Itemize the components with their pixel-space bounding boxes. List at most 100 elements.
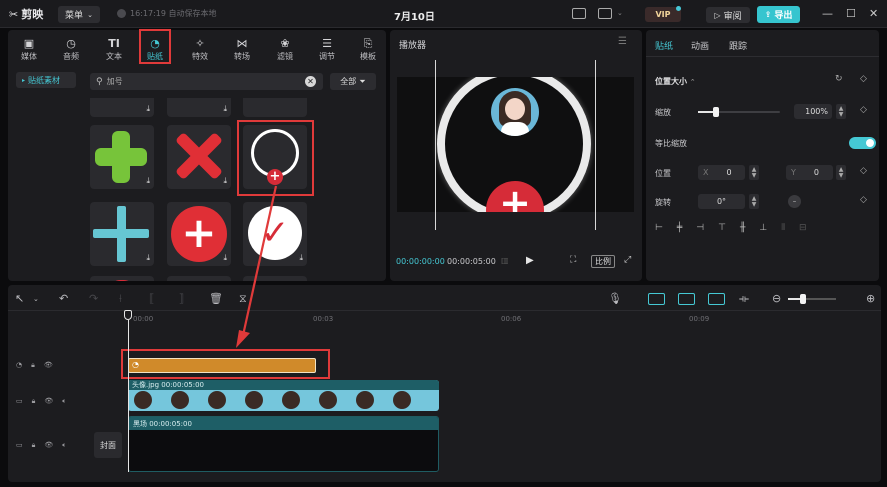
split-icon[interactable]: ⟊ [119,292,122,306]
sticker-item[interactable]: ⤓ [90,98,154,117]
rotate-input[interactable]: 0° [698,194,745,209]
rotate-dial-icon[interactable]: – [788,195,801,208]
align-bottom-icon[interactable]: ⊥ [759,223,767,237]
maximize-icon[interactable]: ☐ [846,7,856,20]
tab-template[interactable]: ⎘ 模板 [350,32,386,62]
menu-button[interactable]: 菜单 ⌄ [58,6,100,23]
distribute-h-icon[interactable]: ⫴ [781,223,785,237]
auto-snap-icon[interactable] [678,293,695,305]
lock-icon[interactable]: 🔒︎ [31,361,35,370]
align-center-v-icon[interactable]: ╫ [740,223,745,237]
download-icon[interactable]: ⤓ [146,253,150,263]
cover-button[interactable]: 封面 [94,432,122,458]
sticker-item[interactable]: ⤓ [90,125,154,189]
sticker-item[interactable]: ⤓ [167,98,231,117]
tab-transition[interactable]: ⋈ 转场 [222,32,262,62]
sticker-item[interactable] [167,276,231,281]
zoom-slider-handle[interactable] [800,294,806,304]
clear-search-icon[interactable]: ✕ [305,76,316,87]
sticker-item[interactable] [243,98,307,117]
align-right-icon[interactable]: ⊣ [696,223,704,237]
mute-icon[interactable]: 🔈︎ [62,441,66,450]
linkage-icon[interactable] [708,293,725,305]
record-audio-icon[interactable]: 🎙︎ [608,292,622,305]
scale-stepper[interactable]: ▲ ▼ [836,104,846,119]
download-icon[interactable]: ⤓ [299,253,303,263]
tab-sticker[interactable]: ◔ 贴纸 [139,29,171,64]
zoom-in-icon[interactable]: ⊕ [866,292,875,305]
keyframe-icon[interactable]: ◇ [860,74,867,84]
keyboard-shortcut-icon[interactable] [572,8,586,19]
preview-axis-icon[interactable]: ⟛ [739,292,749,306]
trim-right-icon[interactable]: ⟧ [179,292,184,305]
main-track-magnet-icon[interactable] [648,293,665,305]
download-icon[interactable]: ⤓ [146,176,150,186]
fullscreen-icon[interactable]: ⤢ [624,255,631,265]
export-button[interactable]: ⇪ 导出 [757,6,800,23]
position-x-input[interactable]: X 0 [698,165,745,180]
scale-input[interactable]: 100% [794,104,832,119]
keyframe-icon[interactable]: ◇ [860,105,867,115]
tab-adjust[interactable]: ☰ 调节 [307,32,347,62]
delete-icon[interactable]: 🗑︎ [209,292,223,305]
undo-icon[interactable]: ↶ [59,292,68,305]
align-left-icon[interactable]: ⊢ [655,223,663,237]
keyframe-icon[interactable]: ◇ [860,195,867,205]
reset-icon[interactable]: ↻ [835,74,843,84]
tab-audio[interactable]: ◷ 音频 [51,32,91,62]
position-x-stepper[interactable]: ▲ ▼ [749,165,759,180]
keyframe-icon[interactable]: ◇ [860,166,867,176]
zoom-out-icon[interactable]: ⊖ [772,292,781,305]
playhead-handle[interactable] [124,310,132,320]
distribute-v-icon[interactable]: ⊟ [799,223,807,237]
tab-tracking[interactable]: 跟踪 [729,39,747,52]
sticker-item[interactable]: ⤓ [167,125,231,189]
select-tool-chevron-icon[interactable]: ⌄ [33,295,39,303]
sticker-item[interactable] [90,276,154,281]
layout-chevron-icon[interactable]: ⌄ [617,9,623,17]
tab-sticker-props[interactable]: 贴纸 [655,39,673,52]
minimize-icon[interactable]: — [822,7,833,20]
tab-animation[interactable]: 动画 [691,39,709,52]
redo-icon[interactable]: ↷ [89,292,98,305]
download-icon[interactable]: ⤓ [146,104,150,114]
sticker-item[interactable]: + ⤓ [167,202,231,266]
tab-media[interactable]: ▣ 媒体 [9,32,49,62]
play-icon[interactable]: ▶ [526,255,534,266]
search-input[interactable]: ⚲ 加号 [90,73,323,90]
zoom-slider[interactable] [788,294,836,304]
video-preview[interactable]: + [397,77,634,212]
layout-icon[interactable] [598,8,612,19]
sticker-item[interactable]: ⤓ [90,202,154,266]
tab-filter[interactable]: ❀ 滤镜 [265,32,305,62]
download-icon[interactable]: ⤓ [223,253,227,263]
download-icon[interactable]: ⤓ [223,104,227,114]
align-center-h-icon[interactable]: ╪ [677,223,682,237]
ratio-button[interactable]: 比例 [591,255,615,268]
align-top-icon[interactable]: ⊤ [718,223,726,237]
sticker-category-item[interactable]: ▸ 贴纸素材 [16,72,76,88]
review-button[interactable]: ▷ 审阅 [706,7,750,23]
scale-slider[interactable] [698,107,780,117]
tab-effects[interactable]: ✧ 特效 [180,32,220,62]
trim-left-icon[interactable]: ⟦ [149,292,154,305]
position-y-input[interactable]: Y 0 [786,165,833,180]
scale-slider-handle[interactable] [713,107,719,117]
eye-icon[interactable]: 👁︎ [44,441,53,450]
fit-screen-icon[interactable]: ⛶ [570,255,576,265]
lock-icon[interactable]: 🔒︎ [32,441,36,450]
position-y-stepper[interactable]: ▲ ▼ [836,165,846,180]
close-icon[interactable]: ✕ [869,7,878,20]
download-icon[interactable]: ⤓ [223,176,227,186]
video-clip[interactable]: 头像.jpg 00:00:05:00 [128,380,439,411]
select-tool-icon[interactable]: ↖ [15,292,24,305]
eye-icon[interactable]: 👁︎ [44,397,53,406]
uniform-scale-toggle[interactable] [849,137,876,149]
tab-text[interactable]: TI 文本 [94,32,134,62]
player-menu-icon[interactable]: ☰ [618,36,627,47]
filter-dropdown[interactable]: 全部 ⏷ [330,73,376,90]
eye-icon[interactable]: 👁︎ [44,361,53,370]
rotate-stepper[interactable]: ▲ ▼ [749,194,759,209]
lock-icon[interactable]: 🔒︎ [32,397,36,406]
black-bg-clip[interactable]: 黑场 00:00:05:00 [128,416,439,472]
